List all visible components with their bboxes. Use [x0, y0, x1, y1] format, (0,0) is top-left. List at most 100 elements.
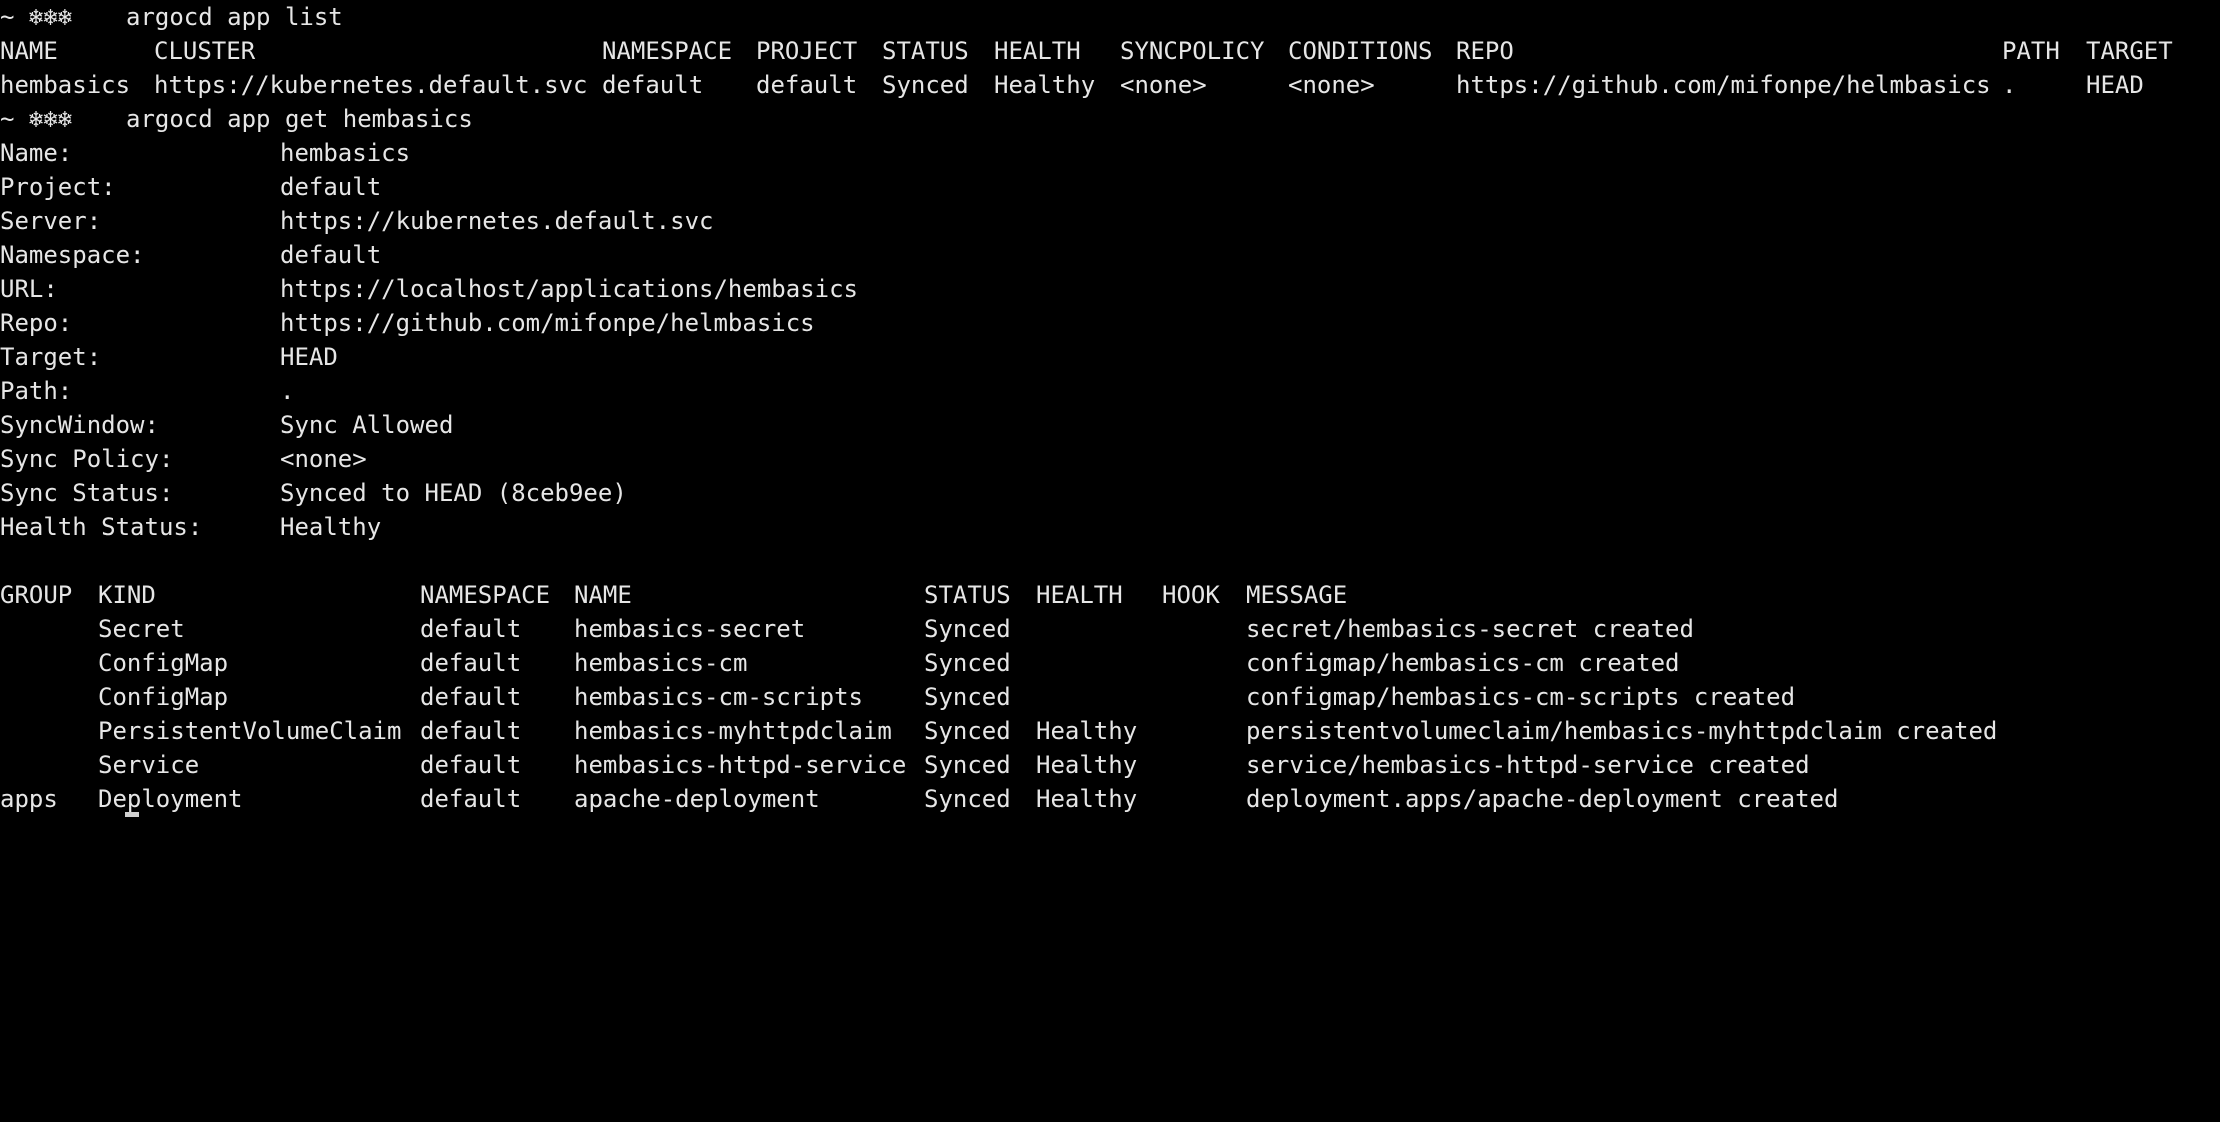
table-cell: default [420, 751, 522, 779]
detail-label: Name: [0, 139, 73, 167]
table-cell: Synced [924, 615, 1011, 643]
table-cell: deployment.apps/apache-deployment create… [1246, 785, 1839, 813]
detail-row: Path: . [0, 374, 294, 408]
resource-row: ConfigMap default hembasics-cm Synced co… [0, 646, 1679, 680]
detail-row: Namespace: default [0, 238, 381, 272]
table-cell: Deployment [98, 785, 243, 813]
detail-row: URL: https://localhost/applications/hemb… [0, 272, 858, 306]
table-cell: secret/hembasics-secret created [1246, 615, 1694, 643]
table-cell: hembasics-cm [574, 649, 748, 677]
detail-label: Namespace: [0, 241, 145, 269]
detail-row: SyncWindow: Sync Allowed [0, 408, 453, 442]
table-cell: service/hembasics-httpd-service created [1246, 751, 1810, 779]
detail-row: Server: https://kubernetes.default.svc [0, 204, 713, 238]
detail-value: HEAD [280, 343, 338, 371]
table-cell: Healthy [1036, 717, 1138, 745]
table-cell: apps [0, 785, 58, 813]
detail-value: Healthy [280, 513, 382, 541]
column-header: REPO [1456, 37, 1514, 65]
column-header: HOOK [1162, 581, 1220, 609]
table-cell: Synced [924, 751, 1011, 779]
detail-value: . [280, 377, 295, 405]
column-header: HEALTH [994, 37, 1081, 65]
shell-prompt: ~ ❄❄❄ [0, 3, 73, 31]
column-header: PROJECT [756, 37, 858, 65]
table-cell: https://github.com/mifonpe/helmbasics [1456, 71, 1991, 99]
column-header: NAMESPACE [602, 37, 733, 65]
column-header: KIND [98, 581, 156, 609]
detail-label: Project: [0, 173, 116, 201]
table-cell: Healthy [1036, 785, 1138, 813]
detail-row: Name: hembasics [0, 136, 410, 170]
resource-row: Secret default hembasics-secret Synced s… [0, 612, 1694, 646]
app-list-header: NAME CLUSTER NAMESPACE PROJECT STATUS HE… [0, 34, 2173, 68]
command-line: ~ ❄❄❄ argocd app list [0, 0, 343, 34]
table-cell: HEAD [2086, 71, 2144, 99]
table-cell: Healthy [1036, 751, 1138, 779]
detail-label: URL: [0, 275, 58, 303]
resource-row: apps Deployment default apache-deploymen… [0, 782, 1838, 816]
table-cell: hembasics-cm-scripts [574, 683, 863, 711]
detail-row: Target: HEAD [0, 340, 338, 374]
table-cell: . [2002, 71, 2017, 99]
column-header: HEALTH [1036, 581, 1123, 609]
detail-label: Path: [0, 377, 73, 405]
app-list-row: hembasics https://kubernetes.default.svc… [0, 68, 2144, 102]
detail-value: default [280, 173, 382, 201]
table-cell: <none> [1288, 71, 1375, 99]
table-cell: persistentvolumeclaim/hembasics-myhttpdc… [1246, 717, 1998, 745]
table-cell: ConfigMap [98, 683, 229, 711]
table-cell: hembasics-myhttpdclaim [574, 717, 892, 745]
column-header: CLUSTER [154, 37, 256, 65]
terminal-window[interactable]: ~ ❄❄❄ argocd app list NAME CLUSTER NAMES… [0, 0, 2220, 820]
table-cell: Secret [98, 615, 185, 643]
table-cell: <none> [1120, 71, 1207, 99]
detail-value: https://kubernetes.default.svc [280, 207, 714, 235]
detail-row: Health Status: Healthy [0, 510, 381, 544]
table-cell: Synced [924, 649, 1011, 677]
table-cell: apache-deployment [574, 785, 820, 813]
table-cell: Healthy [994, 71, 1096, 99]
detail-value: hembasics [280, 139, 411, 167]
detail-value: Synced to HEAD (8ceb9ee) [280, 479, 627, 507]
detail-row: Repo: https://github.com/mifonpe/helmbas… [0, 306, 815, 340]
table-cell: Synced [924, 717, 1011, 745]
table-cell: hembasics-httpd-service [574, 751, 907, 779]
column-header: SYNCPOLICY [1120, 37, 1265, 65]
text-cursor [125, 812, 139, 817]
table-cell: Synced [924, 785, 1011, 813]
table-cell: configmap/hembasics-cm created [1246, 649, 1680, 677]
shell-prompt: ~ ❄❄❄ [0, 105, 73, 133]
table-cell: default [420, 717, 522, 745]
table-cell: default [602, 71, 704, 99]
detail-value: Sync Allowed [280, 411, 454, 439]
detail-value: https://localhost/applications/hembasics [280, 275, 858, 303]
command-line: ~ ❄❄❄ argocd app get hembasics [0, 102, 473, 136]
table-cell: PersistentVolumeClaim [98, 717, 402, 745]
detail-label: Server: [0, 207, 102, 235]
table-cell: Synced [924, 683, 1011, 711]
detail-value: default [280, 241, 382, 269]
column-header: NAMESPACE [420, 581, 551, 609]
resource-row: ConfigMap default hembasics-cm-scripts S… [0, 680, 1795, 714]
column-header: PATH [2002, 37, 2060, 65]
command-text: argocd app list [126, 3, 343, 31]
table-cell: configmap/hembasics-cm-scripts created [1246, 683, 1796, 711]
table-cell: default [420, 615, 522, 643]
table-cell: hembasics [0, 71, 131, 99]
column-header: CONDITIONS [1288, 37, 1433, 65]
detail-value: <none> [280, 445, 367, 473]
table-cell: default [420, 649, 522, 677]
table-cell: Synced [882, 71, 969, 99]
table-cell: default [420, 785, 522, 813]
column-header: STATUS [882, 37, 969, 65]
table-cell: hembasics-secret [574, 615, 806, 643]
detail-label: SyncWindow: [0, 411, 159, 439]
resource-row: PersistentVolumeClaim default hembasics-… [0, 714, 1997, 748]
column-header: NAME [0, 37, 58, 65]
detail-label: Repo: [0, 309, 73, 337]
column-header: MESSAGE [1246, 581, 1348, 609]
command-text: argocd app get hembasics [126, 105, 473, 133]
detail-label: Health Status: [0, 513, 203, 541]
column-header: NAME [574, 581, 632, 609]
